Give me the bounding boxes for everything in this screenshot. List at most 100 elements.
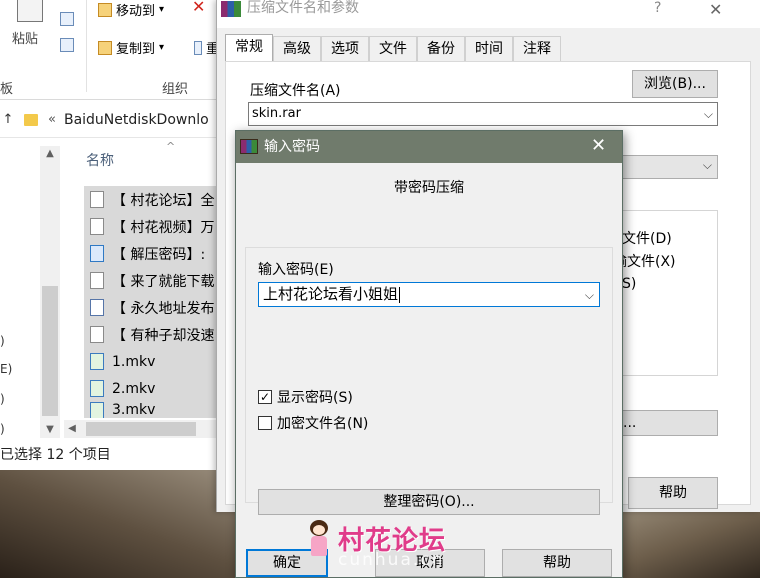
status-bar-text: 已选择 12 个项目 — [0, 447, 111, 463]
archive-name-value: skin.rar — [252, 106, 301, 121]
scroll-thumb-horizontal[interactable] — [86, 422, 196, 436]
list-item[interactable]: 1.mkv — [84, 348, 232, 375]
help-icon[interactable]: ? — [654, 0, 661, 16]
tab-backup[interactable]: 备份 — [417, 36, 465, 62]
winrar-icon — [221, 1, 241, 17]
nav-item-fragment[interactable]: E) — [0, 362, 12, 376]
text-caret — [399, 286, 401, 303]
archive-name-input[interactable]: skin.rar ⌵ — [248, 102, 718, 126]
list-item[interactable]: 【 有种子却没速 — [84, 321, 232, 348]
archive-help-button[interactable]: 帮助 — [628, 477, 718, 509]
shortcut-file-icon — [90, 299, 104, 316]
password-input[interactable]: 上村花论坛看小姐姐 ⌵ — [258, 282, 600, 307]
navigation-pane: ) E) ) ) — [0, 138, 40, 438]
enter-password-label: 输入密码(E) — [258, 262, 334, 278]
address-bar[interactable]: ↑ « BaiduNetdiskDownlo — [0, 102, 232, 138]
password-dialog-title: 输入密码 — [264, 139, 320, 155]
breadcrumb-overflow[interactable]: « — [48, 112, 56, 127]
rename-icon — [194, 40, 202, 55]
tab-files[interactable]: 文件 — [369, 36, 417, 62]
move-to-button[interactable]: 移动到 ▾ — [98, 0, 164, 19]
nav-item-fragment[interactable]: ) — [0, 334, 5, 348]
close-icon[interactable]: ✕ — [709, 0, 722, 19]
text-file-icon — [90, 191, 104, 208]
scroll-left-arrow-icon[interactable]: ◀ — [64, 420, 80, 438]
text-file-icon — [90, 326, 104, 343]
checkbox-unchecked-icon[interactable] — [258, 416, 272, 430]
folder-icon — [24, 113, 38, 126]
tab-time[interactable]: 时间 — [465, 36, 513, 62]
image-file-icon — [90, 245, 104, 262]
archive-option-fragment[interactable]: 文件(D) — [622, 228, 672, 248]
nav-item-fragment[interactable]: ) — [0, 422, 5, 436]
browse-button[interactable]: 浏览(B)... — [632, 70, 718, 98]
column-header-name[interactable]: 名称 — [86, 150, 114, 170]
delete-button[interactable]: ✕ — [192, 0, 206, 16]
file-name: 3.mkv — [112, 402, 156, 418]
scroll-up-arrow-icon[interactable]: ▲ — [40, 146, 60, 162]
organize-group-label: 组织 — [162, 82, 189, 97]
chevron-down-icon[interactable]: ⌵ — [704, 103, 713, 125]
nav-item-fragment[interactable]: ) — [0, 392, 5, 406]
list-item[interactable]: 2.mkv — [84, 375, 232, 402]
text-file-icon — [90, 218, 104, 235]
file-explorer-window: 粘贴 板 移动到 ▾ 复制到 ▾ ✕ 重 组织 ↑ « BaiduNetdisk… — [0, 0, 232, 470]
file-name: 1.mkv — [112, 353, 156, 370]
clipboard-small-icon[interactable] — [60, 38, 74, 52]
horizontal-scrollbar[interactable]: ◀ — [64, 420, 232, 438]
list-icon[interactable] — [60, 12, 74, 26]
list-item[interactable]: 【 村花论坛】全 — [84, 186, 232, 213]
list-item[interactable]: 【 来了就能下载 — [84, 267, 232, 294]
tab-options[interactable]: 选项 — [321, 36, 369, 62]
file-name: 【 来了就能下载 — [112, 273, 215, 290]
up-arrow-icon[interactable]: ↑ — [0, 112, 16, 127]
copy-to-button[interactable]: 复制到 ▾ — [98, 38, 164, 57]
paste-button[interactable]: 粘贴 — [12, 28, 38, 47]
sort-ascending-icon: ^ — [166, 140, 176, 153]
show-password-checkbox[interactable]: ✓ 显示密码(S) — [258, 387, 353, 407]
winrar-icon — [240, 139, 258, 154]
file-name: 【 有种子却没速 — [112, 327, 215, 344]
archive-option-fragment[interactable]: S) — [622, 276, 636, 292]
encrypt-filenames-checkbox[interactable]: 加密文件名(N) — [258, 413, 368, 433]
archive-titlebar: 压缩文件名和参数 ? ✕ — [217, 0, 760, 28]
file-list: 【 村花论坛】全 【 村花视频】万 【 解压密码】: 【 来了就能下载 【 永久… — [84, 186, 232, 418]
file-name: 【 解压密码】: — [112, 246, 206, 263]
password-dialog-subtitle: 带密码压缩 — [394, 180, 464, 196]
text-file-icon — [90, 272, 104, 289]
archive-name-label: 压缩文件名(A) — [250, 83, 341, 99]
help-button[interactable]: 帮助 — [502, 549, 612, 577]
file-name: 【 村花视频】万 — [112, 219, 215, 236]
file-name: 2.mkv — [112, 380, 156, 397]
vertical-scrollbar[interactable]: ▲ ▼ — [40, 146, 60, 438]
scroll-thumb[interactable] — [42, 286, 58, 416]
list-item[interactable]: 【 解压密码】: — [84, 240, 232, 267]
tab-comment[interactable]: 注释 — [513, 36, 561, 62]
delete-icon: ✕ — [192, 0, 206, 16]
organize-passwords-button[interactable]: 整理密码(O)... — [258, 489, 600, 515]
list-item[interactable]: 3.mkv — [84, 402, 232, 418]
video-file-icon — [90, 353, 104, 370]
checkbox-checked-icon[interactable]: ✓ — [258, 390, 272, 404]
close-icon[interactable]: ✕ — [591, 131, 606, 161]
ribbon-divider — [86, 0, 87, 92]
wallpaper-detail-left — [0, 470, 240, 578]
move-to-arrow: ▾ — [159, 4, 165, 15]
site-watermark: 村花论坛 cunhua.cn — [302, 514, 472, 576]
tab-advanced[interactable]: 高级 — [273, 36, 321, 62]
breadcrumb-path[interactable]: BaiduNetdiskDownlo — [64, 112, 209, 128]
archive-extra-button[interactable]: ... — [620, 410, 718, 436]
archive-tabs: 常规 高级 选项 文件 备份 时间 注释 — [225, 34, 561, 62]
list-item[interactable]: 【 永久地址发布 — [84, 294, 232, 321]
scroll-down-arrow-icon[interactable]: ▼ — [40, 422, 60, 438]
file-name: 【 村花论坛】全 — [112, 192, 215, 209]
archive-dialog-title: 压缩文件名和参数 — [247, 0, 359, 16]
paste-icon[interactable] — [17, 0, 43, 22]
chevron-down-icon[interactable]: ⌵ — [703, 158, 712, 173]
tab-general[interactable]: 常规 — [225, 34, 273, 62]
list-item[interactable]: 【 村花视频】万 — [84, 213, 232, 240]
chevron-down-icon[interactable]: ⌵ — [585, 284, 594, 307]
copy-to-arrow: ▾ — [159, 42, 165, 53]
video-file-icon — [90, 380, 104, 397]
update-mode-select[interactable]: ⌵ — [620, 155, 718, 179]
